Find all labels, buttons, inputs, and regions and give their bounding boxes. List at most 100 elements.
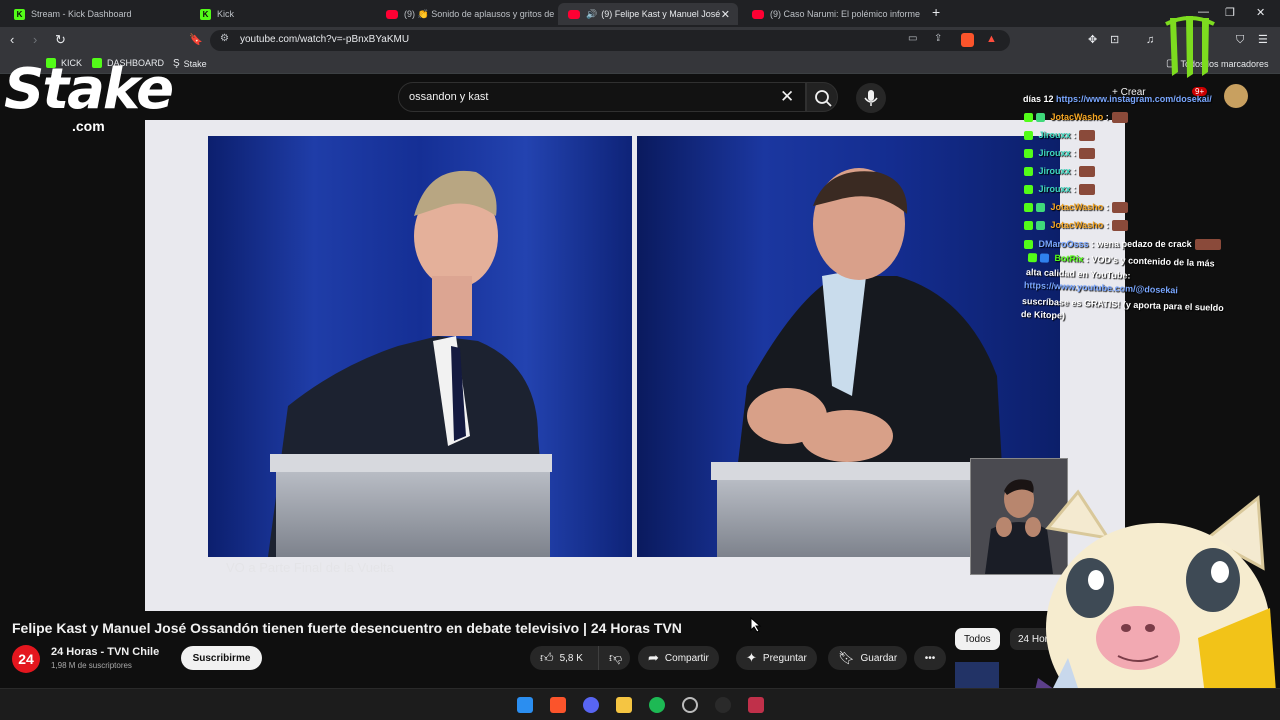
stake-domain: .com: [72, 118, 105, 134]
app-icon[interactable]: [715, 697, 731, 713]
subscribe-button[interactable]: Suscribirme: [181, 646, 262, 670]
stake-logo: Stake .com: [4, 57, 174, 135]
stake-brand: Stake: [4, 57, 174, 122]
chat-header-link[interactable]: https://www.instagram.com/dosekai/: [1056, 94, 1212, 104]
chat-user: JotacWasho: [1050, 112, 1104, 122]
chat-message: DMaroOsss : wena pedazo de crack: [1024, 239, 1221, 251]
chat-message: JotacWasho :: [1024, 220, 1128, 232]
sub-badge-icon: [1036, 113, 1045, 123]
video-caption-watermark: VO a Parte Final de la Vuelta: [226, 560, 394, 575]
windows-taskbar: [0, 688, 1280, 720]
recommended-thumbnail[interactable]: [955, 662, 999, 688]
save-button[interactable]: 🔖︎ Guardar: [828, 646, 908, 670]
discord-icon[interactable]: [583, 697, 599, 713]
sparkle-icon: ✦: [746, 650, 757, 665]
monster-logo-icon: [1165, 16, 1215, 78]
new-tab-icon[interactable]: +: [932, 4, 940, 20]
speaker-icon: 🔊: [586, 8, 598, 19]
kick-badge-icon: [1024, 240, 1033, 250]
kick-badge-icon: [1024, 221, 1033, 231]
thumbs-down-icon: 👎︎: [609, 650, 623, 665]
chat-message: Jirouxx :: [1024, 166, 1096, 178]
chip-all[interactable]: Todos: [955, 628, 1000, 650]
emote-icon: [1111, 112, 1128, 124]
chat-text: :: [1105, 220, 1109, 230]
search-icon: [815, 90, 832, 107]
stake-icon: Ş: [173, 58, 180, 69]
chat-user: JotacWasho: [1050, 202, 1104, 212]
forward-icon[interactable]: ›: [33, 32, 37, 48]
voice-search-button[interactable]: [856, 83, 886, 113]
bookmark-stake[interactable]: Ş Stake: [173, 58, 207, 69]
kick-badge-icon: [1024, 113, 1033, 123]
close-window-icon[interactable]: ✕: [1256, 6, 1265, 19]
back-icon[interactable]: ‹: [10, 32, 14, 48]
tab-kick[interactable]: K Kick: [190, 3, 376, 25]
media-icon[interactable]: ♫: [1146, 32, 1154, 48]
bookmark-label: Stake: [183, 58, 207, 69]
podium: [276, 472, 550, 557]
address-bar[interactable]: ⚙ youtube.com/watch?v=-pBnxBYaKMU ▭ ⇪ ▲: [210, 30, 1010, 51]
chat-text: :: [1105, 112, 1109, 122]
like-button[interactable]: 👍︎ 5,8 K: [530, 646, 598, 670]
avatar[interactable]: [1224, 84, 1248, 108]
reload-icon[interactable]: ↻: [55, 32, 66, 48]
brave-rewards-icon[interactable]: ▲: [986, 33, 997, 45]
site-info-icon[interactable]: ⚙: [220, 33, 229, 44]
extensions-icon[interactable]: ✥: [1088, 32, 1097, 48]
kick-badge-icon: [1024, 149, 1033, 159]
youtube-icon: [568, 9, 580, 19]
vpn-icon[interactable]: ⛉: [1236, 32, 1244, 48]
search-input[interactable]: ossandon y kast: [398, 82, 806, 112]
ask-button[interactable]: ✦ Preguntar: [736, 646, 817, 670]
like-count: 5,8 K: [559, 652, 583, 664]
brave-browser-icon[interactable]: [550, 697, 566, 713]
cast-icon[interactable]: ▭: [908, 33, 917, 44]
dislike-button[interactable]: 👎︎: [598, 646, 630, 670]
url-text[interactable]: youtube.com/watch?v=-pBnxBYaKMU: [240, 34, 409, 45]
emote-icon: [1079, 184, 1096, 196]
brave-shield-icon[interactable]: [961, 33, 974, 47]
tab-aplausos[interactable]: (9) 👏 Sonido de aplausos y gritos de: [376, 3, 556, 25]
mouse-cursor-icon: [750, 617, 762, 633]
maximize-icon[interactable]: ❐: [1225, 6, 1235, 19]
channel-name[interactable]: 24 Horas - TVN Chile: [51, 646, 159, 658]
spotify-icon[interactable]: [649, 697, 665, 713]
more-icon: •••: [924, 652, 936, 664]
kick-badge-icon: [1024, 203, 1033, 213]
chat-user: Jirouxx: [1038, 184, 1071, 194]
tab-title: (9) Felipe Kast y Manuel José: [601, 9, 721, 19]
share-icon[interactable]: ⇪: [934, 33, 942, 44]
kick-badge-icon: [1024, 131, 1033, 141]
screenshot-icon[interactable]: ⊡: [1110, 32, 1119, 48]
tab-kick-dashboard[interactable]: K Stream - Kick Dashboard: [4, 3, 190, 25]
tab-caso-narumi[interactable]: (9) Caso Narumi: El polémico informe: [742, 3, 922, 25]
close-icon[interactable]: ✕: [721, 8, 730, 21]
chat-text: : wena pedazo de crack: [1091, 239, 1192, 249]
bookmark-icon[interactable]: 🔖: [189, 32, 203, 48]
file-explorer-icon[interactable]: [616, 697, 632, 713]
chat-text: :: [1073, 148, 1077, 158]
chat-text: :: [1073, 166, 1077, 176]
thumbs-up-icon: 👍︎: [540, 650, 554, 665]
subscriber-count: 1,98 M de suscriptores: [51, 661, 132, 670]
clear-search-icon[interactable]: ✕: [780, 87, 794, 107]
video-frame-left: [208, 136, 632, 557]
tab-felipe-kast[interactable]: 🔊 (9) Felipe Kast y Manuel José ✕: [558, 3, 738, 25]
more-actions-button[interactable]: •••: [914, 646, 946, 670]
browser-tab-bar: K Stream - Kick Dashboard K Kick (9) 👏 S…: [0, 0, 1280, 27]
search-button[interactable]: [806, 82, 838, 112]
podium-top: [711, 462, 1011, 480]
channel-avatar[interactable]: 24: [12, 645, 40, 673]
search-query[interactable]: ossandon y kast: [409, 91, 489, 103]
windows-start-icon[interactable]: [517, 697, 533, 713]
chat-user: JotacWasho: [1050, 220, 1104, 230]
menu-icon[interactable]: ☰: [1258, 32, 1268, 48]
app-icon[interactable]: [748, 697, 764, 713]
share-button[interactable]: ➦ Compartir: [638, 646, 719, 670]
obs-icon[interactable]: [682, 697, 698, 713]
share-arrow-icon: ➦: [648, 650, 659, 665]
chat-header-prefix: días 12: [1023, 94, 1054, 104]
podium: [717, 480, 1007, 557]
chat-header: días 12 https://www.instagram.com/doseka…: [1023, 94, 1212, 104]
